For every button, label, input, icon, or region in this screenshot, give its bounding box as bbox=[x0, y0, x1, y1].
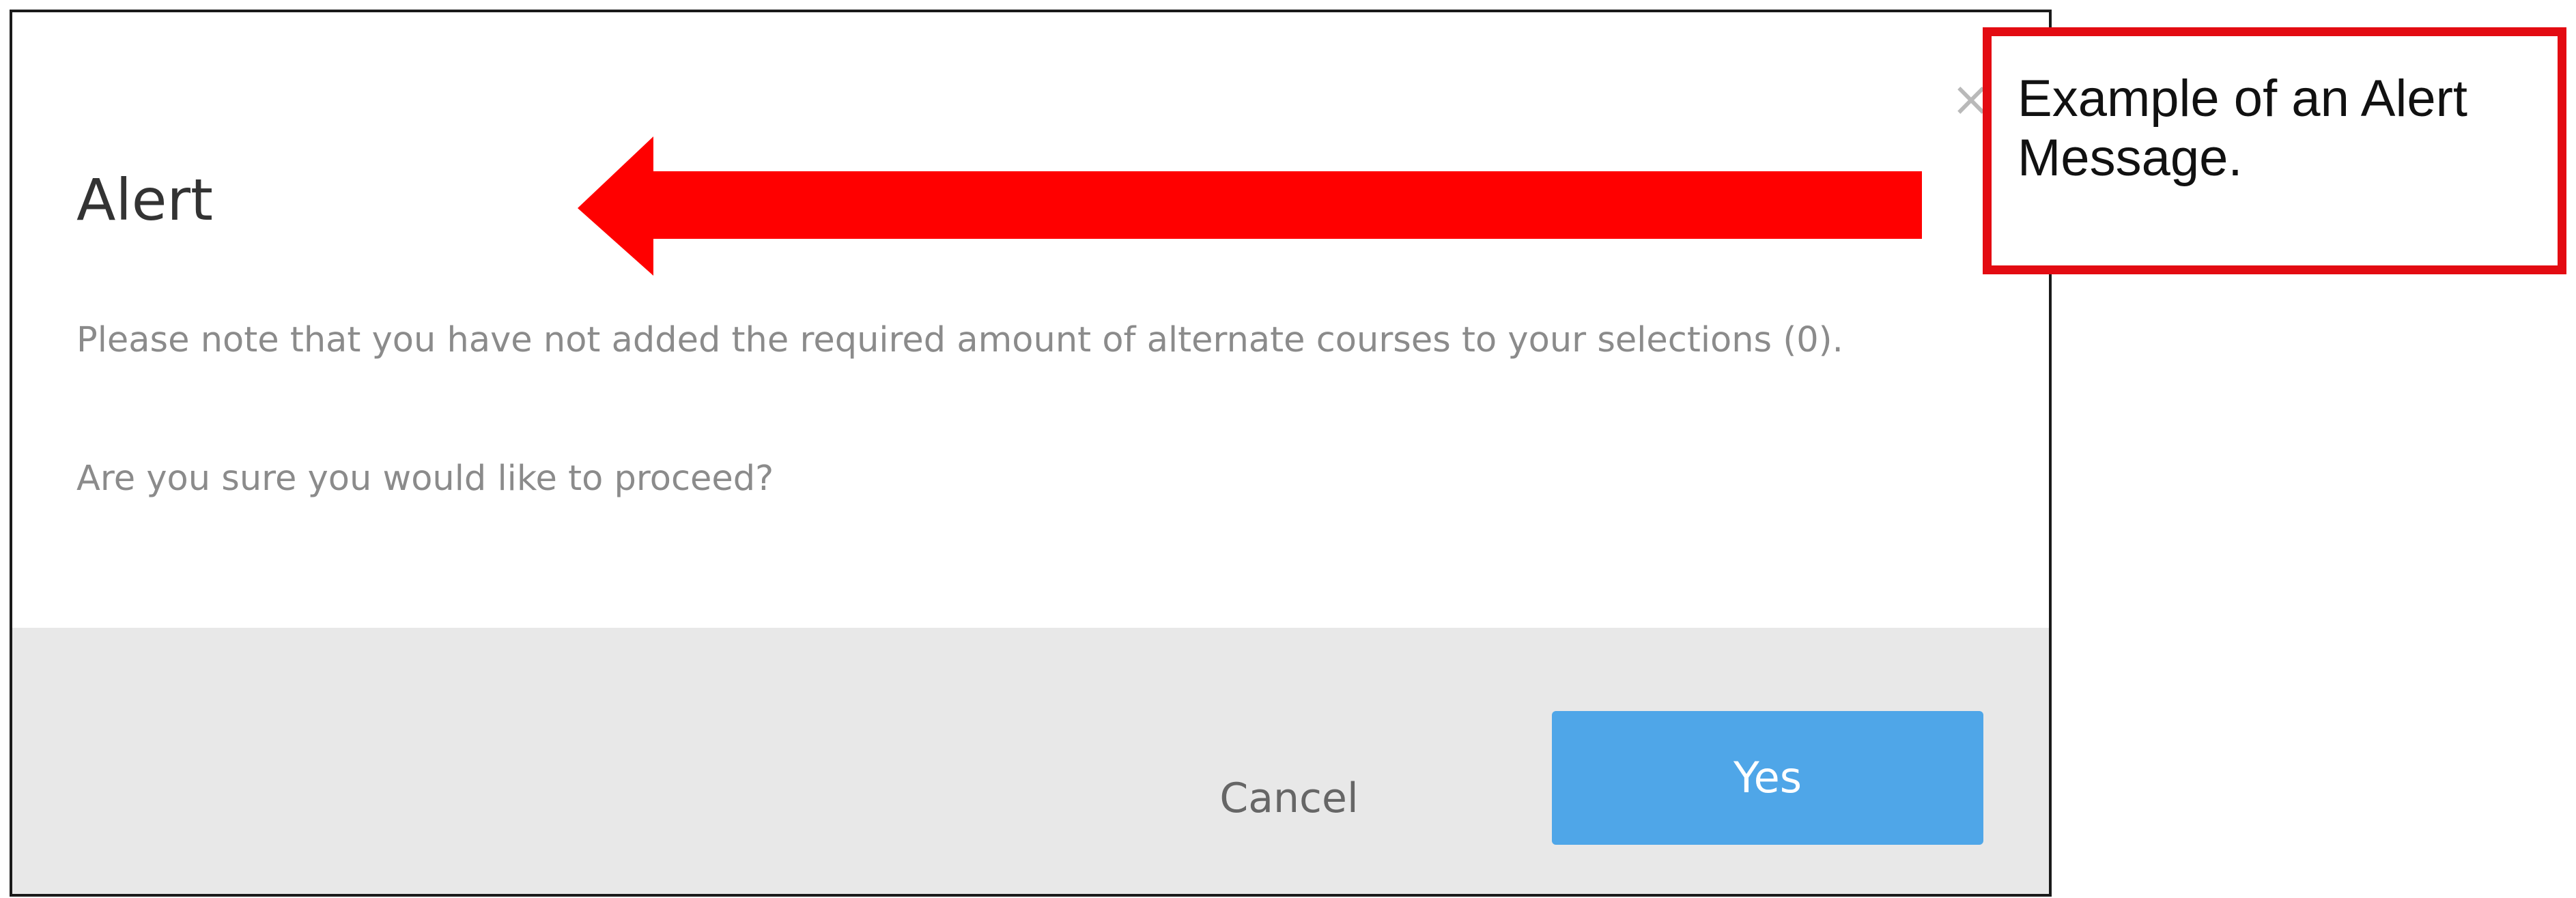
dialog-footer: Cancel Yes bbox=[12, 628, 2049, 894]
dialog-title: Alert bbox=[76, 166, 213, 233]
callout-line-2: Message. bbox=[2018, 129, 2243, 188]
yes-button[interactable]: Yes bbox=[1552, 711, 1983, 845]
alert-dialog: Alert × Please note that you have not ad… bbox=[10, 10, 2052, 897]
annotation-callout: Example of an Alert Message. bbox=[1983, 27, 2566, 274]
confirmation-question: Are you sure you would like to proceed? bbox=[76, 459, 774, 499]
alert-message: Please note that you have not added the … bbox=[76, 320, 1843, 360]
cancel-button[interactable]: Cancel bbox=[1214, 757, 1364, 839]
callout-line-1: Example of an Alert bbox=[2018, 70, 2468, 128]
